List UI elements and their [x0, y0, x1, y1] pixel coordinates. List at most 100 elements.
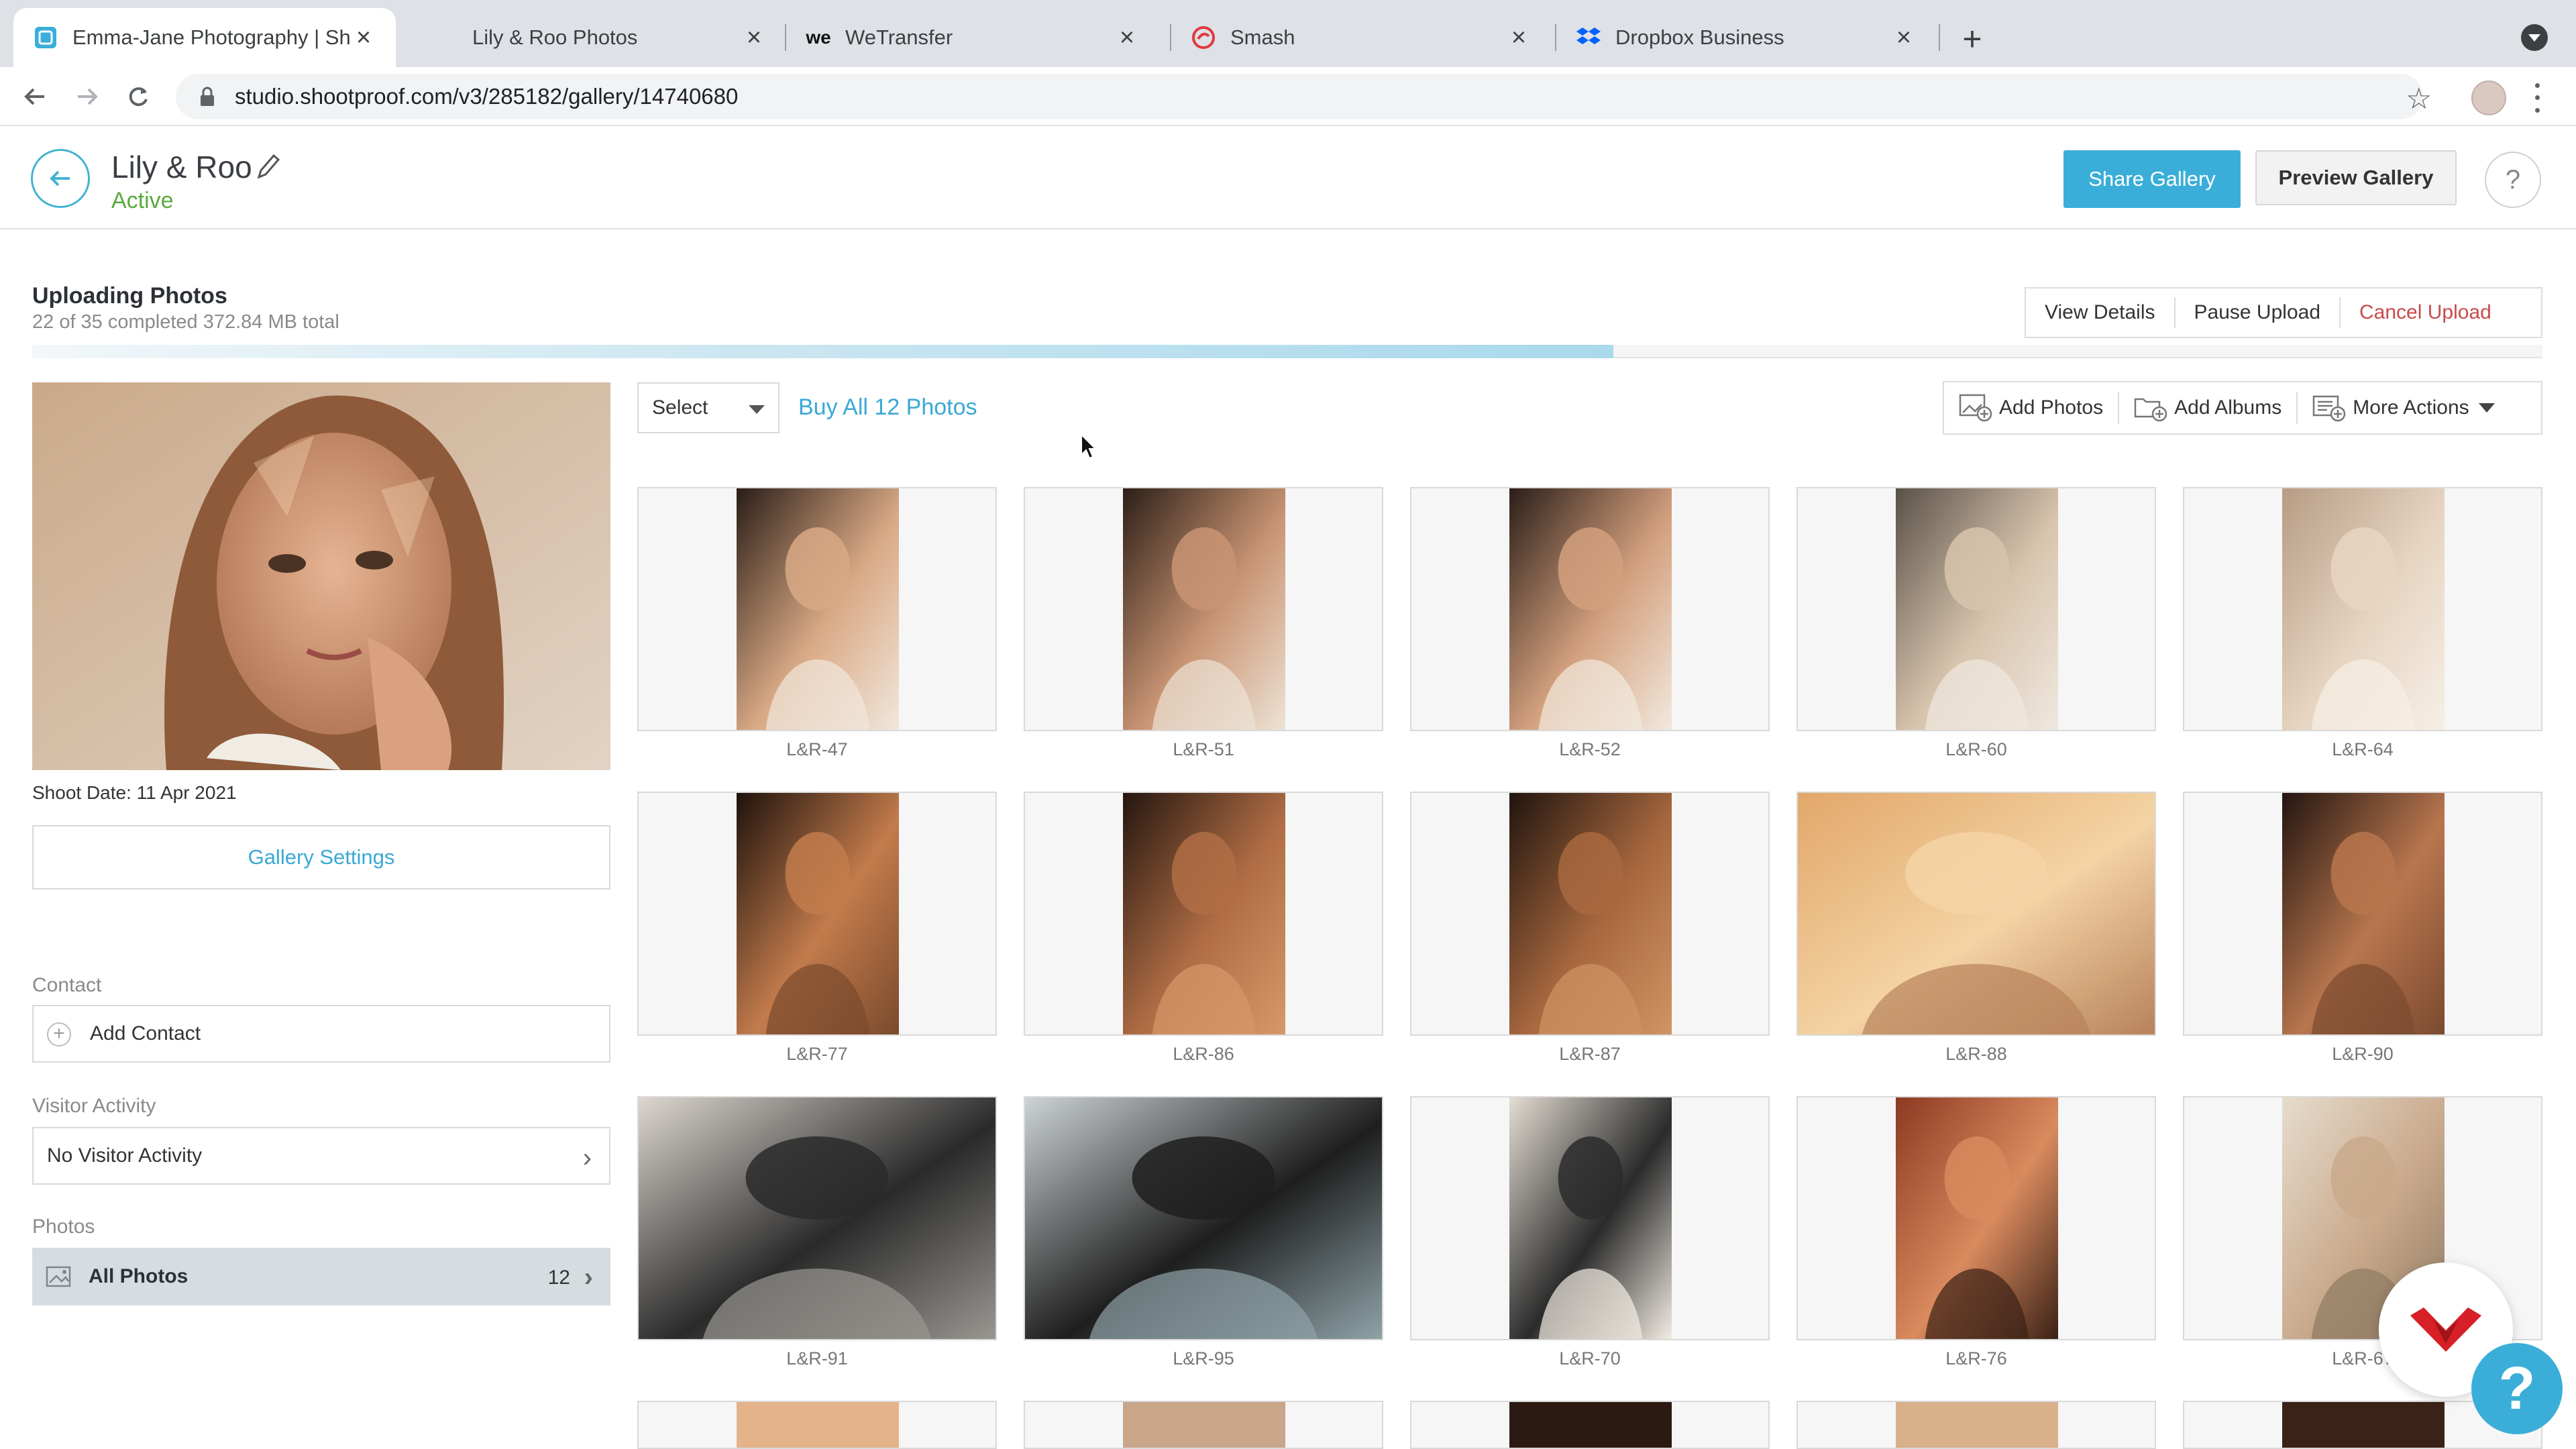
gallery-status: Active: [111, 188, 174, 213]
new-tab-plus-icon[interactable]: +: [1953, 20, 1991, 58]
upload-title: Uploading Photos: [32, 283, 227, 309]
buy-all-photos-link[interactable]: Buy All 12 Photos: [798, 394, 977, 421]
photo-filename: L&R-91: [786, 1348, 848, 1368]
close-icon[interactable]: ×: [1892, 23, 1916, 52]
mouse-cursor-icon: [1081, 433, 1097, 460]
tab-divider: [1939, 24, 1940, 51]
close-icon[interactable]: ×: [352, 23, 376, 52]
photo-tile[interactable]: [1796, 1401, 2156, 1449]
forward-arrow-icon[interactable]: [70, 79, 105, 114]
tab-smash[interactable]: Smash ×: [1171, 8, 1551, 67]
photo-tile[interactable]: [1410, 792, 1770, 1036]
tab-title: Lily & Roo Photos: [472, 25, 638, 49]
photo-thumbnail: [1896, 488, 2058, 730]
photo-filename: L&R-51: [1173, 739, 1234, 759]
add-photos-label: Add Photos: [1999, 396, 2104, 419]
tab-wetransfer[interactable]: we WeTransfer ×: [786, 8, 1159, 67]
photo-tile[interactable]: [637, 487, 997, 731]
cover-photo[interactable]: [32, 382, 610, 770]
url-text: studio.shootproof.com/v3/285182/gallery/…: [235, 84, 739, 109]
photo-thumbnail: [737, 488, 899, 730]
photos-heading: Photos: [32, 1216, 95, 1238]
tab-lily-roo-photos[interactable]: Lily & Roo Photos ×: [424, 8, 786, 67]
lock-icon: [201, 87, 214, 106]
gallery-header: Lily & Roo Active Share Gallery Preview …: [0, 126, 2576, 229]
heart-logo-icon: [2410, 1307, 2481, 1352]
edit-pencil-icon[interactable]: [255, 152, 282, 181]
photo-thumbnail: [1509, 1402, 1672, 1448]
photo-thumbnail: [1509, 1097, 1672, 1339]
add-photos-button[interactable]: Add Photos: [1944, 392, 2120, 424]
photo-thumbnail: [1123, 793, 1285, 1034]
add-contact-button[interactable]: + Add Contact: [32, 1005, 610, 1063]
add-photo-icon: [1959, 394, 1992, 422]
photo-tile[interactable]: [1024, 487, 1383, 731]
close-icon[interactable]: ×: [742, 23, 766, 52]
photo-tile[interactable]: [1410, 1401, 1770, 1449]
upload-progress-fill: [32, 345, 1614, 358]
close-icon[interactable]: ×: [1507, 23, 1531, 52]
close-icon[interactable]: ×: [1115, 23, 1139, 52]
photo-tile[interactable]: [1796, 487, 2156, 731]
photo-thumbnail: [1798, 793, 2155, 1034]
photo-tile[interactable]: [637, 1096, 997, 1340]
help-chat-button[interactable]: ?: [2471, 1343, 2563, 1434]
photo-tile[interactable]: [1024, 792, 1383, 1036]
photo-thumbnail: [1896, 1402, 2058, 1448]
shootproof-icon: [34, 25, 58, 50]
more-actions-dropdown[interactable]: More Actions: [2298, 392, 2509, 424]
browser-toolbar: studio.shootproof.com/v3/285182/gallery/…: [0, 67, 2576, 126]
browser-menu-icon[interactable]: [2532, 79, 2542, 117]
preview-gallery-button[interactable]: Preview Gallery: [2255, 150, 2457, 205]
more-actions-icon: [2312, 395, 2346, 422]
visitor-activity-value: No Visitor Activity: [47, 1144, 203, 1167]
tab-dropbox[interactable]: Dropbox Business ×: [1556, 8, 1936, 67]
bookmark-star-icon[interactable]: ☆: [2406, 82, 2432, 116]
upload-summary: 22 of 35 completed 372.84 MB total: [32, 311, 339, 333]
cancel-upload-button[interactable]: Cancel Upload: [2341, 297, 2510, 328]
tab-title: Emma-Jane Photography | Sho: [72, 25, 352, 49]
photo-tile[interactable]: [637, 792, 997, 1036]
photo-tile[interactable]: [1796, 792, 2156, 1036]
wetransfer-icon: we: [806, 27, 831, 48]
pause-upload-button[interactable]: Pause Upload: [2176, 297, 2341, 328]
gallery-settings-button[interactable]: Gallery Settings: [32, 825, 610, 890]
photo-tile[interactable]: [637, 1401, 997, 1449]
photo-filename: L&R-64: [2332, 739, 2394, 759]
photo-tile[interactable]: [2183, 487, 2542, 731]
url-bar[interactable]: studio.shootproof.com/v3/285182/gallery/…: [176, 74, 2423, 119]
photo-tile[interactable]: [1024, 1401, 1383, 1449]
photo-thumbnail: [1896, 1097, 2058, 1339]
photo-filename: L&R-70: [1559, 1348, 1621, 1368]
back-arrow-icon[interactable]: [17, 79, 52, 114]
photo-filename: L&R-87: [1559, 1044, 1621, 1064]
select-dropdown[interactable]: Select: [637, 382, 780, 433]
smash-icon: [1191, 25, 1216, 50]
photo-filename: L&R-86: [1173, 1044, 1234, 1064]
photo-tile[interactable]: [1796, 1096, 2156, 1340]
photo-tile[interactable]: [1410, 1096, 1770, 1340]
profile-avatar[interactable]: [2471, 80, 2506, 115]
photo-tile[interactable]: [1410, 487, 1770, 731]
tab-title: WeTransfer: [845, 25, 953, 49]
photo-tile[interactable]: [1024, 1096, 1383, 1340]
photo-thumbnail: [1123, 1402, 1285, 1448]
photo-tile[interactable]: [2183, 792, 2542, 1036]
all-photos-album[interactable]: All Photos 12 ›: [32, 1248, 610, 1305]
help-button[interactable]: ?: [2485, 152, 2541, 208]
tab-title: Dropbox Business: [1615, 25, 1784, 49]
reload-icon[interactable]: [121, 79, 156, 114]
photo-thumbnail: [737, 793, 899, 1034]
photo-thumbnail: [1509, 793, 1672, 1034]
visitor-activity-row[interactable]: No Visitor Activity ›: [32, 1127, 610, 1185]
photo-thumbnail: [2282, 488, 2445, 730]
share-gallery-button[interactable]: Share Gallery: [2063, 150, 2241, 208]
tab-search-icon[interactable]: [2521, 24, 2548, 51]
photo-filename: L&R-52: [1559, 739, 1621, 759]
view-details-button[interactable]: View Details: [2026, 297, 2176, 328]
photo-filename: L&R-88: [1945, 1044, 2007, 1064]
tab-shootproof[interactable]: Emma-Jane Photography | Sho ×: [13, 8, 396, 67]
add-albums-button[interactable]: Add Albums: [2119, 392, 2298, 424]
back-button[interactable]: [31, 149, 90, 208]
dropbox-icon: [1576, 25, 1601, 50]
